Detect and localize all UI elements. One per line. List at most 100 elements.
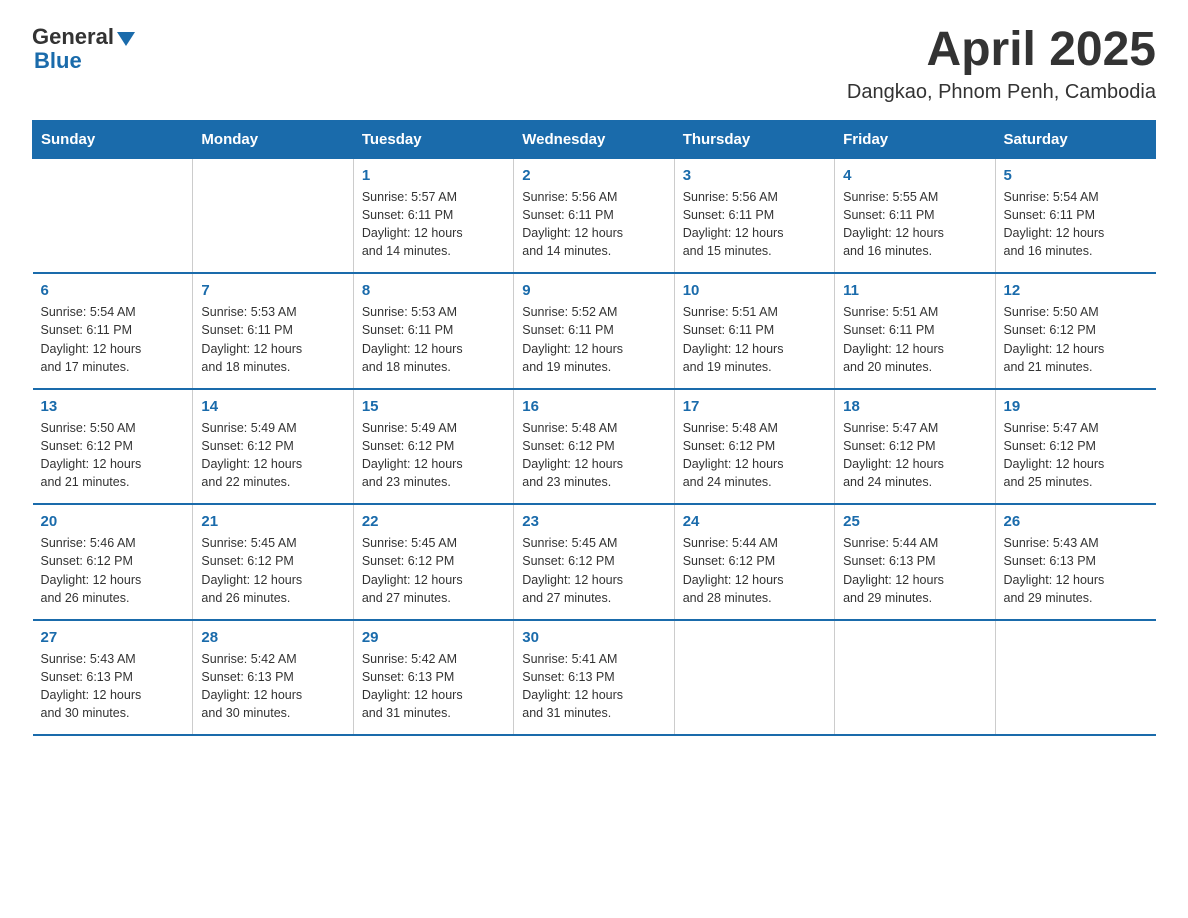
day-info: Sunrise: 5:50 AMSunset: 6:12 PMDaylight:… xyxy=(1004,303,1148,376)
day-info: Sunrise: 5:49 AMSunset: 6:12 PMDaylight:… xyxy=(362,419,505,492)
day-info: Sunrise: 5:43 AMSunset: 6:13 PMDaylight:… xyxy=(1004,534,1148,607)
calendar-cell: 26 Sunrise: 5:43 AMSunset: 6:13 PMDayligh… xyxy=(995,504,1155,620)
calendar-cell: 8Sunrise: 5:53 AMSunset: 6:11 PMDaylight… xyxy=(353,273,513,389)
logo-arrow-icon xyxy=(117,32,135,46)
calendar-cell: 24 Sunrise: 5:44 AMSunset: 6:12 PMDayligh… xyxy=(674,504,834,620)
day-number: 16 xyxy=(522,398,665,415)
calendar-cell: 5 Sunrise: 5:54 AMSunset: 6:11 PMDaylight… xyxy=(995,158,1155,273)
calendar-cell: 29 Sunrise: 5:42 AMSunset: 6:13 PMDayligh… xyxy=(353,620,513,736)
day-number: 30 xyxy=(522,629,665,646)
day-info: Sunrise: 5:47 AMSunset: 6:12 PMDaylight:… xyxy=(1004,419,1148,492)
calendar-cell: 20 Sunrise: 5:46 AMSunset: 6:12 PMDayligh… xyxy=(33,504,193,620)
day-info: Sunrise: 5:41 AMSunset: 6:13 PMDaylight:… xyxy=(522,650,665,723)
calendar-cell: 10 Sunrise: 5:51 AMSunset: 6:11 PMDayligh… xyxy=(674,273,834,389)
day-info: Sunrise: 5:49 AMSunset: 6:12 PMDaylight:… xyxy=(201,419,344,492)
day-number: 12 xyxy=(1004,282,1148,299)
day-number: 26 xyxy=(1004,513,1148,530)
calendar-cell: 18 Sunrise: 5:47 AMSunset: 6:12 PMDayligh… xyxy=(835,389,995,505)
calendar-cell: 2 Sunrise: 5:56 AMSunset: 6:11 PMDaylight… xyxy=(514,158,674,273)
day-number: 24 xyxy=(683,513,826,530)
calendar-cell: 28 Sunrise: 5:42 AMSunset: 6:13 PMDayligh… xyxy=(193,620,353,736)
calendar-cell: 17 Sunrise: 5:48 AMSunset: 6:12 PMDayligh… xyxy=(674,389,834,505)
day-info: Sunrise: 5:50 AMSunset: 6:12 PMDaylight:… xyxy=(41,419,185,492)
day-number: 18 xyxy=(843,398,986,415)
calendar-cell: 3 Sunrise: 5:56 AMSunset: 6:11 PMDaylight… xyxy=(674,158,834,273)
header-day-sunday: Sunday xyxy=(33,120,193,158)
day-number: 22 xyxy=(362,513,505,530)
calendar-cell: 23Sunrise: 5:45 AMSunset: 6:12 PMDayligh… xyxy=(514,504,674,620)
calendar-cell xyxy=(193,158,353,273)
day-number: 20 xyxy=(41,513,185,530)
day-info: Sunrise: 5:47 AMSunset: 6:12 PMDaylight:… xyxy=(843,419,986,492)
calendar-cell: 27 Sunrise: 5:43 AMSunset: 6:13 PMDayligh… xyxy=(33,620,193,736)
day-number: 17 xyxy=(683,398,826,415)
calendar-week-row: 1 Sunrise: 5:57 AMSunset: 6:11 PMDaylight… xyxy=(33,158,1156,273)
day-info: Sunrise: 5:53 AMSunset: 6:11 PMDaylight:… xyxy=(201,303,344,376)
header-day-wednesday: Wednesday xyxy=(514,120,674,158)
day-number: 5 xyxy=(1004,167,1148,184)
calendar-cell: 16 Sunrise: 5:48 AMSunset: 6:12 PMDayligh… xyxy=(514,389,674,505)
day-number: 28 xyxy=(201,629,344,646)
main-title: April 2025 xyxy=(847,24,1156,77)
day-info: Sunrise: 5:44 AMSunset: 6:12 PMDaylight:… xyxy=(683,534,826,607)
calendar-cell: 1 Sunrise: 5:57 AMSunset: 6:11 PMDaylight… xyxy=(353,158,513,273)
day-info: Sunrise: 5:56 AMSunset: 6:11 PMDaylight:… xyxy=(522,188,665,261)
calendar-cell xyxy=(835,620,995,736)
day-number: 25 xyxy=(843,513,986,530)
day-number: 3 xyxy=(683,167,826,184)
calendar-cell: 7 Sunrise: 5:53 AMSunset: 6:11 PMDaylight… xyxy=(193,273,353,389)
day-number: 29 xyxy=(362,629,505,646)
day-info: Sunrise: 5:48 AMSunset: 6:12 PMDaylight:… xyxy=(683,419,826,492)
calendar-header-row: SundayMondayTuesdayWednesdayThursdayFrid… xyxy=(33,120,1156,158)
day-info: Sunrise: 5:43 AMSunset: 6:13 PMDaylight:… xyxy=(41,650,185,723)
day-info: Sunrise: 5:46 AMSunset: 6:12 PMDaylight:… xyxy=(41,534,185,607)
day-number: 6 xyxy=(41,282,185,299)
day-number: 13 xyxy=(41,398,185,415)
day-info: Sunrise: 5:45 AMSunset: 6:12 PMDaylight:… xyxy=(522,534,665,607)
calendar-cell: 14Sunrise: 5:49 AMSunset: 6:12 PMDayligh… xyxy=(193,389,353,505)
day-info: Sunrise: 5:45 AMSunset: 6:12 PMDaylight:… xyxy=(201,534,344,607)
header-day-tuesday: Tuesday xyxy=(353,120,513,158)
day-info: Sunrise: 5:42 AMSunset: 6:13 PMDaylight:… xyxy=(201,650,344,723)
logo-general-text: General xyxy=(32,24,114,50)
calendar-cell: 21Sunrise: 5:45 AMSunset: 6:12 PMDayligh… xyxy=(193,504,353,620)
day-info: Sunrise: 5:48 AMSunset: 6:12 PMDaylight:… xyxy=(522,419,665,492)
calendar-cell: 25Sunrise: 5:44 AMSunset: 6:13 PMDayligh… xyxy=(835,504,995,620)
day-info: Sunrise: 5:56 AMSunset: 6:11 PMDaylight:… xyxy=(683,188,826,261)
day-info: Sunrise: 5:57 AMSunset: 6:11 PMDaylight:… xyxy=(362,188,505,261)
day-info: Sunrise: 5:51 AMSunset: 6:11 PMDaylight:… xyxy=(683,303,826,376)
calendar-cell: 6Sunrise: 5:54 AMSunset: 6:11 PMDaylight… xyxy=(33,273,193,389)
page-header: General Blue April 2025 Dangkao, Phnom P… xyxy=(32,24,1156,104)
subtitle: Dangkao, Phnom Penh, Cambodia xyxy=(847,81,1156,104)
calendar-cell: 12 Sunrise: 5:50 AMSunset: 6:12 PMDayligh… xyxy=(995,273,1155,389)
calendar-cell: 13 Sunrise: 5:50 AMSunset: 6:12 PMDayligh… xyxy=(33,389,193,505)
calendar-cell xyxy=(995,620,1155,736)
day-info: Sunrise: 5:42 AMSunset: 6:13 PMDaylight:… xyxy=(362,650,505,723)
header-day-saturday: Saturday xyxy=(995,120,1155,158)
calendar-cell: 30 Sunrise: 5:41 AMSunset: 6:13 PMDayligh… xyxy=(514,620,674,736)
header-day-friday: Friday xyxy=(835,120,995,158)
day-number: 1 xyxy=(362,167,505,184)
calendar-week-row: 6Sunrise: 5:54 AMSunset: 6:11 PMDaylight… xyxy=(33,273,1156,389)
day-number: 10 xyxy=(683,282,826,299)
day-number: 4 xyxy=(843,167,986,184)
header-day-thursday: Thursday xyxy=(674,120,834,158)
day-info: Sunrise: 5:52 AMSunset: 6:11 PMDaylight:… xyxy=(522,303,665,376)
day-number: 27 xyxy=(41,629,185,646)
calendar-cell xyxy=(674,620,834,736)
calendar-week-row: 13 Sunrise: 5:50 AMSunset: 6:12 PMDayligh… xyxy=(33,389,1156,505)
day-info: Sunrise: 5:54 AMSunset: 6:11 PMDaylight:… xyxy=(1004,188,1148,261)
calendar-cell: 22 Sunrise: 5:45 AMSunset: 6:12 PMDayligh… xyxy=(353,504,513,620)
title-area: April 2025 Dangkao, Phnom Penh, Cambodia xyxy=(847,24,1156,104)
day-number: 11 xyxy=(843,282,986,299)
day-number: 7 xyxy=(201,282,344,299)
day-info: Sunrise: 5:45 AMSunset: 6:12 PMDaylight:… xyxy=(362,534,505,607)
day-number: 15 xyxy=(362,398,505,415)
calendar-cell: 15 Sunrise: 5:49 AMSunset: 6:12 PMDayligh… xyxy=(353,389,513,505)
calendar-cell: 4Sunrise: 5:55 AMSunset: 6:11 PMDaylight… xyxy=(835,158,995,273)
day-info: Sunrise: 5:51 AMSunset: 6:11 PMDaylight:… xyxy=(843,303,986,376)
calendar-cell: 19Sunrise: 5:47 AMSunset: 6:12 PMDayligh… xyxy=(995,389,1155,505)
day-number: 2 xyxy=(522,167,665,184)
day-number: 9 xyxy=(522,282,665,299)
header-day-monday: Monday xyxy=(193,120,353,158)
